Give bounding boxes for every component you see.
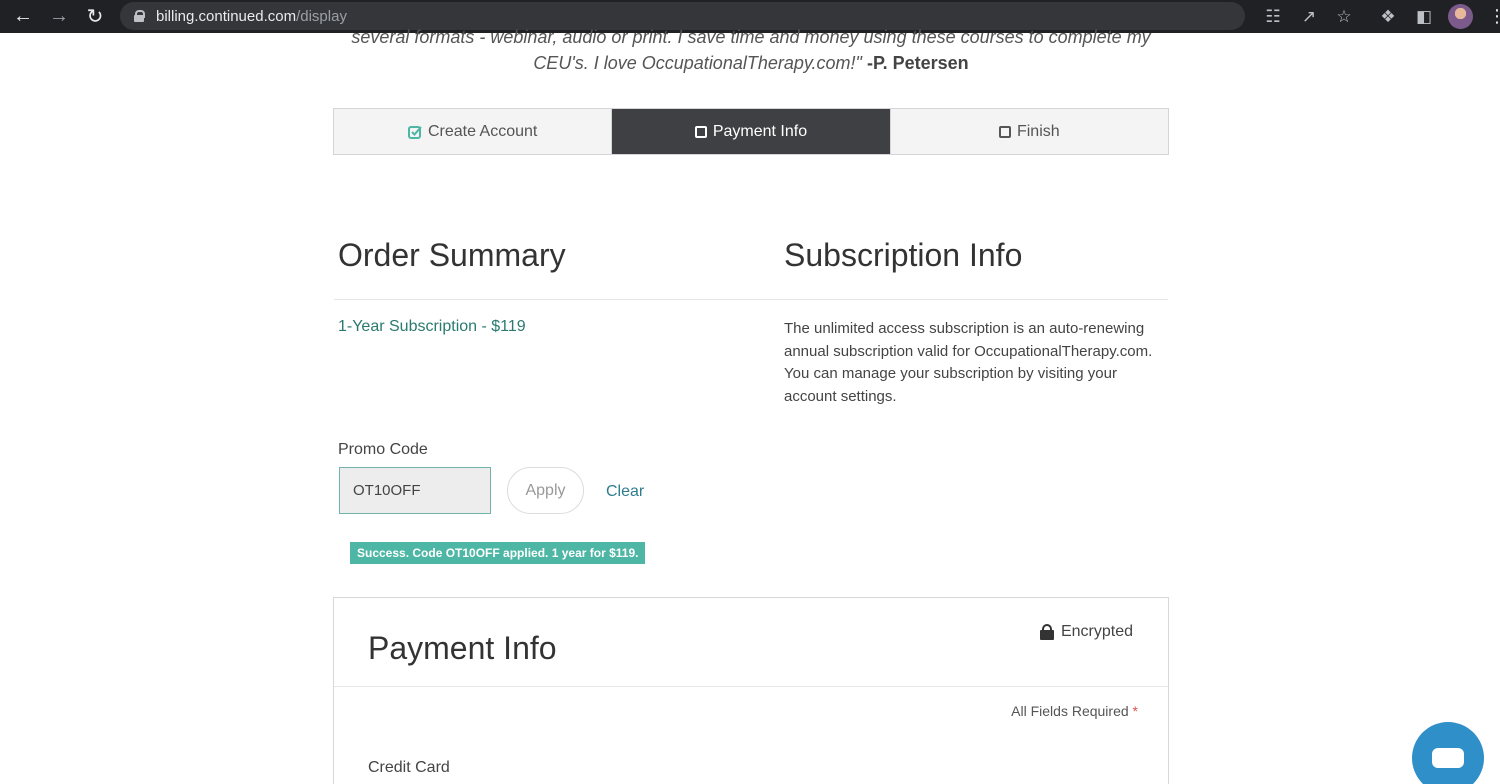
promo-code-label: Promo Code xyxy=(338,441,428,458)
secure-lock-icon xyxy=(134,10,145,22)
side-panel-icon[interactable]: ◧ xyxy=(1412,0,1436,33)
step-label: Create Account xyxy=(427,122,538,140)
required-note-text: All Fields Required xyxy=(1011,703,1129,719)
checkout-steps: Create Account Payment Info Finish xyxy=(333,108,1169,155)
extensions-puzzle-icon[interactable]: ❖ xyxy=(1376,0,1400,33)
step-create-account[interactable]: Create Account xyxy=(334,109,613,154)
url-path: /display xyxy=(296,7,347,25)
step-payment-info[interactable]: Payment Info xyxy=(612,109,891,154)
step-label: Finish xyxy=(1016,122,1060,140)
bookmark-star-icon[interactable]: ☆ xyxy=(1332,0,1356,33)
credit-card-label: Credit Card xyxy=(368,759,450,776)
panel-divider xyxy=(334,686,1168,687)
clear-link[interactable]: Clear xyxy=(606,483,644,501)
encrypted-label: Encrypted xyxy=(1060,623,1133,640)
step-label: Payment Info xyxy=(712,122,808,140)
promo-success-message: Success. Code OT10OFF applied. 1 year fo… xyxy=(350,542,646,564)
subscription-info-title: Subscription Info xyxy=(784,237,1023,273)
payment-info-panel: Payment Info Encrypted All Fields Requir… xyxy=(333,597,1169,784)
chat-icon xyxy=(1432,748,1464,768)
testimonial-line-2: CEU's. I love OccupationalTherapy.com!" … xyxy=(334,50,1168,76)
back-arrow-icon[interactable]: ← xyxy=(8,0,38,33)
lock-icon xyxy=(1039,624,1054,640)
profile-avatar[interactable] xyxy=(1448,4,1473,29)
testimonial-line-1: several formats - webinar, audio or prin… xyxy=(351,27,1151,47)
section-divider xyxy=(334,299,1168,300)
testimonial-quote-end: CEU's. I love OccupationalTherapy.com!" xyxy=(533,53,862,73)
translate-icon[interactable]: ☷ xyxy=(1261,0,1285,33)
apply-button[interactable]: Apply xyxy=(507,467,584,514)
reload-icon[interactable]: ↻ xyxy=(80,0,110,33)
unchecked-box-icon xyxy=(694,125,707,138)
required-note: All Fields Required * xyxy=(1011,703,1138,719)
promo-code-input[interactable] xyxy=(339,467,491,514)
encrypted-indicator: Encrypted xyxy=(1039,623,1133,641)
browser-menu-icon[interactable]: ⋮ xyxy=(1488,0,1500,33)
payment-info-title: Payment Info xyxy=(368,630,557,666)
testimonial-author: -P. Petersen xyxy=(866,53,969,73)
unchecked-box-icon xyxy=(998,125,1011,138)
step-finish[interactable]: Finish xyxy=(890,109,1168,154)
required-star: * xyxy=(1132,703,1138,719)
chat-launcher-button[interactable] xyxy=(1412,722,1484,784)
subscription-item[interactable]: 1-Year Subscription - $119 xyxy=(338,318,526,336)
checked-box-icon xyxy=(407,125,422,139)
share-icon[interactable]: ↗ xyxy=(1297,0,1321,33)
testimonial: several formats - webinar, audio or prin… xyxy=(334,24,1168,76)
forward-arrow-icon[interactable]: → xyxy=(44,0,74,33)
url-host: billing.continued.com xyxy=(156,7,297,25)
subscription-description: The unlimited access subscription is an … xyxy=(784,320,1153,405)
order-summary-title: Order Summary xyxy=(338,237,566,273)
